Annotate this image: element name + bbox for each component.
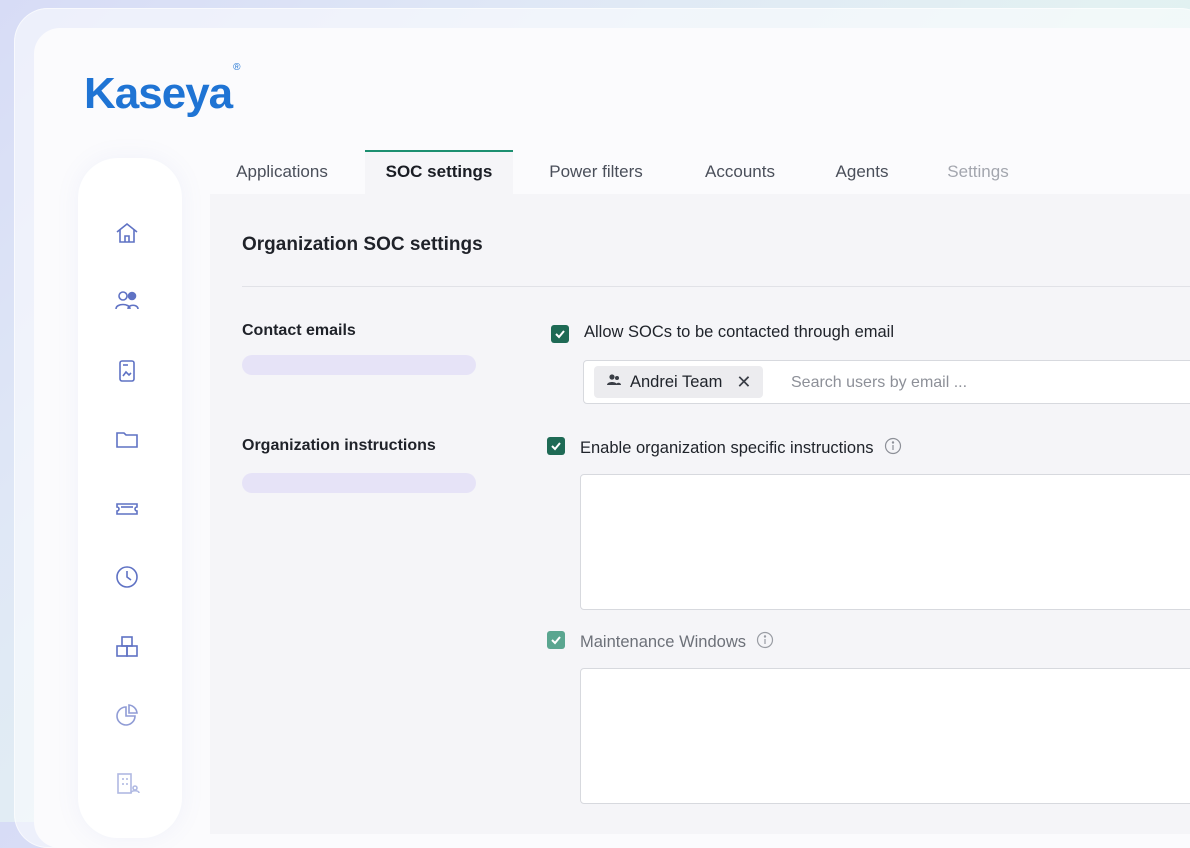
contact-emails-placeholder-bar	[242, 355, 476, 375]
pie-chart-icon[interactable]	[112, 700, 142, 730]
instructions-textarea[interactable]	[580, 474, 1190, 610]
tab-settings[interactable]: Settings	[932, 150, 1024, 194]
clock-icon[interactable]	[112, 562, 142, 592]
folder-icon[interactable]	[112, 424, 142, 454]
organization-instructions-label: Organization instructions	[242, 437, 436, 454]
maintenance-windows-option: Maintenance Windows	[580, 631, 774, 654]
tab-power-filters[interactable]: Power filters	[533, 150, 659, 194]
kaseya-logo: Kaseya®	[84, 63, 241, 118]
logo-text: Kaseya	[84, 69, 233, 118]
tabs-bar: Applications SOC settings Power filters …	[210, 150, 1190, 194]
enable-instructions-option: Enable organization specific instruction…	[580, 437, 902, 460]
maintenance-windows-textarea[interactable]	[580, 668, 1190, 804]
remove-chip-icon[interactable]: ✕	[736, 372, 751, 393]
section-divider	[242, 286, 1190, 287]
home-icon[interactable]	[112, 218, 142, 248]
email-recipients-field[interactable]: Andrei Team ✕	[583, 360, 1190, 404]
contact-emails-label: Contact emails	[242, 322, 356, 339]
team-icon	[606, 372, 622, 393]
boxes-icon[interactable]	[112, 632, 142, 662]
enable-instructions-label: Enable organization specific instruction…	[580, 438, 874, 457]
recipient-chip[interactable]: Andrei Team ✕	[594, 366, 764, 398]
tab-soc-settings[interactable]: SOC settings	[365, 150, 513, 194]
recipient-chip-label: Andrei Team	[630, 372, 723, 391]
instructions-placeholder-bar	[242, 473, 476, 493]
maintenance-windows-label: Maintenance Windows	[580, 632, 746, 651]
maintenance-info-icon[interactable]	[756, 631, 774, 654]
allow-email-checkbox[interactable]	[551, 325, 569, 343]
info-icon[interactable]	[884, 437, 902, 460]
tab-accounts[interactable]: Accounts	[688, 150, 792, 194]
building-icon[interactable]	[112, 768, 142, 798]
allow-email-label: Allow SOCs to be contacted through email	[584, 323, 894, 341]
document-icon[interactable]	[112, 356, 142, 386]
tab-agents[interactable]: Agents	[822, 150, 902, 194]
ticket-icon[interactable]	[112, 494, 142, 524]
page-title: Organization SOC settings	[242, 234, 483, 255]
tab-applications[interactable]: Applications	[210, 150, 354, 194]
registered-mark: ®	[233, 62, 240, 74]
maintenance-windows-checkbox[interactable]	[547, 631, 565, 649]
enable-instructions-checkbox[interactable]	[547, 437, 565, 455]
users-icon[interactable]	[112, 286, 142, 316]
search-users-input[interactable]	[789, 369, 1190, 397]
